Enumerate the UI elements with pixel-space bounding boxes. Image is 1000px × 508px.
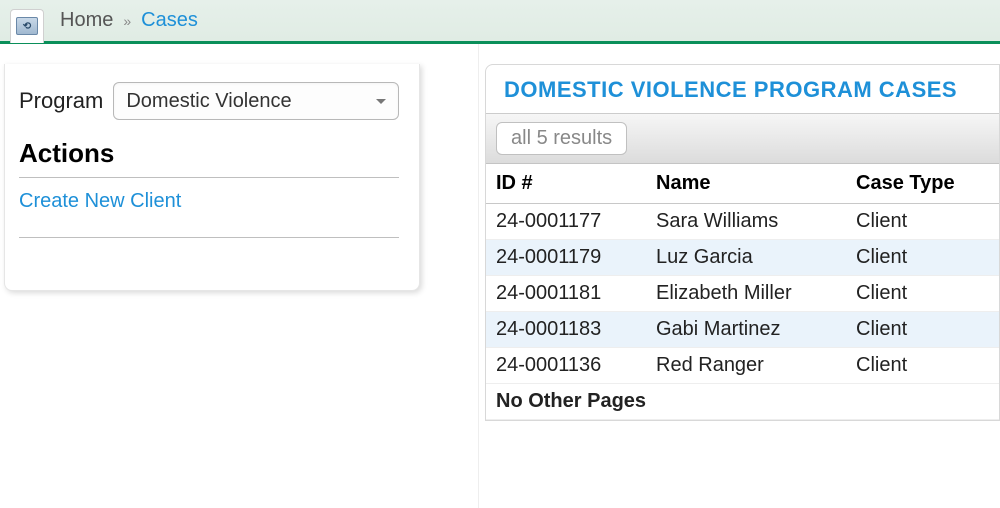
sidebar-card: Program Domestic Violence Actions Create… (4, 64, 420, 291)
case-id-link[interactable]: 24-0001136 (486, 348, 646, 384)
breadcrumb-separator: » (123, 13, 131, 29)
cases-table: ID # Name Case Type 24-0001177Sara Willi… (486, 164, 999, 420)
results-toolbar: all 5 results (486, 114, 999, 164)
cases-card: DOMESTIC VIOLENCE PROGRAM CASES all 5 re… (485, 64, 1000, 421)
divider (19, 177, 399, 178)
case-id-link[interactable]: 24-0001181 (486, 276, 646, 312)
pagination-footer: No Other Pages (486, 384, 999, 420)
table-row: 24-0001136Red RangerClient (486, 348, 999, 384)
chevron-down-icon (376, 99, 386, 104)
table-row: 24-0001177Sara WilliamsClient (486, 204, 999, 240)
pagination-footer-text: No Other Pages (486, 384, 999, 420)
case-id-link[interactable]: 24-0001183 (486, 312, 646, 348)
logo-tab[interactable]: ⟲ (10, 9, 44, 43)
tab-header: DOMESTIC VIOLENCE PROGRAM CASES (486, 65, 999, 114)
breadcrumb-cases-link[interactable]: Cases (141, 9, 198, 32)
case-type-cell: Client (846, 276, 999, 312)
sidebar: Program Domestic Violence Actions Create… (0, 44, 420, 508)
col-header-name[interactable]: Name (646, 164, 846, 204)
table-row: 24-0001179Luz GarciaClient (486, 240, 999, 276)
program-selector-row: Program Domestic Violence (19, 82, 399, 120)
program-select-value: Domestic Violence (126, 90, 291, 113)
logo-icon: ⟲ (16, 17, 38, 35)
table-header-row: ID # Name Case Type (486, 164, 999, 204)
case-type-cell: Client (846, 240, 999, 276)
main-panel: DOMESTIC VIOLENCE PROGRAM CASES all 5 re… (478, 44, 1000, 508)
case-name-link[interactable]: Gabi Martinez (646, 312, 846, 348)
program-select[interactable]: Domestic Violence (113, 82, 399, 120)
tab-title: DOMESTIC VIOLENCE PROGRAM CASES (504, 77, 957, 102)
case-name-link[interactable]: Sara Williams (646, 204, 846, 240)
actions-heading: Actions (19, 138, 399, 169)
table-row: 24-0001181Elizabeth MillerClient (486, 276, 999, 312)
col-header-casetype[interactable]: Case Type (846, 164, 999, 204)
col-header-id[interactable]: ID # (486, 164, 646, 204)
divider (19, 237, 399, 238)
case-name-link[interactable]: Red Ranger (646, 348, 846, 384)
case-type-cell: Client (846, 312, 999, 348)
breadcrumb-home-link[interactable]: Home (60, 9, 113, 32)
case-type-cell: Client (846, 348, 999, 384)
table-row: 24-0001183Gabi MartinezClient (486, 312, 999, 348)
case-name-link[interactable]: Luz Garcia (646, 240, 846, 276)
create-new-client-link[interactable]: Create New Client (19, 190, 181, 213)
case-type-cell: Client (846, 204, 999, 240)
program-label: Program (19, 88, 103, 114)
case-id-link[interactable]: 24-0001179 (486, 240, 646, 276)
case-id-link[interactable]: 24-0001177 (486, 204, 646, 240)
case-name-link[interactable]: Elizabeth Miller (646, 276, 846, 312)
breadcrumb-bar: ⟲ Home » Cases (0, 0, 1000, 44)
results-count-button[interactable]: all 5 results (496, 122, 627, 155)
breadcrumb: Home » Cases (60, 9, 198, 32)
